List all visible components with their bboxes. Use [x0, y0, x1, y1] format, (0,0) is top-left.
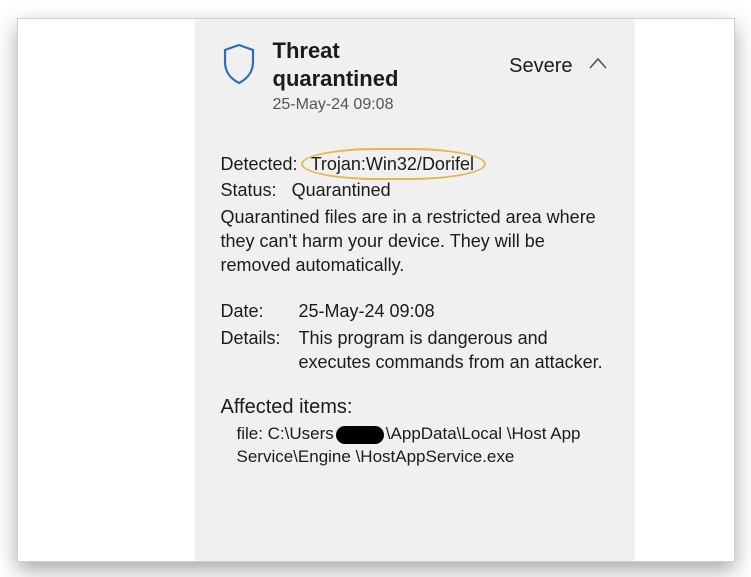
chevron-up-icon[interactable]: [587, 53, 609, 80]
status-row: Status: Quarantined: [221, 178, 609, 202]
screenshot-frame: Threat quarantined 25-May-24 09:08 Sever…: [17, 18, 735, 562]
file-path-prefix: file: C:\Users: [237, 424, 334, 443]
details-value: This program is dangerous and executes c…: [299, 326, 609, 375]
detected-value: Trojan:Win32/Dorifel: [311, 154, 474, 174]
threat-timestamp: 25-May-24 09:08: [273, 96, 494, 114]
status-description: Quarantined files are in a restricted ar…: [221, 205, 609, 278]
details-label: Details:: [221, 326, 291, 375]
date-details-block: Date: 25-May-24 09:08 Details: This prog…: [221, 299, 609, 374]
date-label: Date:: [221, 299, 291, 323]
severity-block[interactable]: Severe: [509, 37, 608, 80]
date-row: Date: 25-May-24 09:08: [221, 299, 609, 323]
threat-card[interactable]: Threat quarantined 25-May-24 09:08 Sever…: [195, 19, 635, 561]
detected-value-highlight: Trojan:Win32/Dorifel: [303, 152, 482, 176]
details-row: Details: This program is dangerous and e…: [221, 326, 609, 375]
threat-header: Threat quarantined 25-May-24 09:08 Sever…: [221, 37, 609, 114]
affected-file-path: file: C:\Users\AppData\Local \Host App S…: [221, 423, 609, 469]
affected-items-heading: Affected items:: [221, 396, 609, 419]
severity-label: Severe: [509, 55, 572, 78]
threat-title-block: Threat quarantined 25-May-24 09:08: [273, 37, 494, 114]
shield-icon: [221, 37, 257, 90]
status-label: Status:: [221, 180, 277, 200]
redacted-username: [336, 426, 384, 444]
detected-label: Detected:: [221, 154, 298, 174]
status-value: Quarantined: [292, 180, 391, 200]
detected-row: Detected: Trojan:Win32/Dorifel: [221, 152, 609, 176]
threat-title-line2: quarantined: [273, 65, 494, 93]
date-value: 25-May-24 09:08: [299, 299, 609, 323]
threat-title-line1: Threat: [273, 37, 494, 65]
